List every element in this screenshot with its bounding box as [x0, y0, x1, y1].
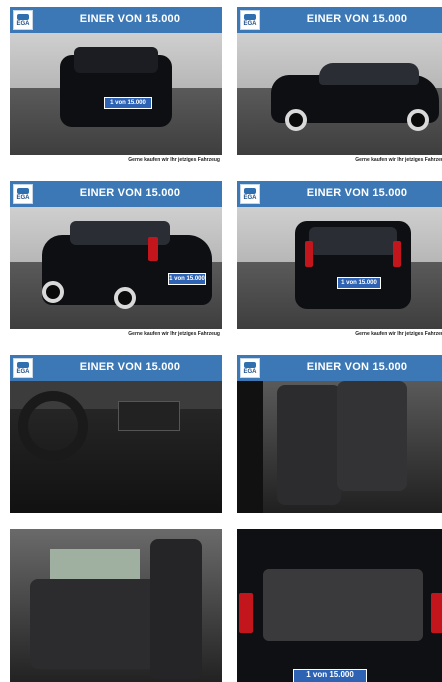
photo-tile-front-seats[interactable]: EGA EINER VON 15.000: [237, 355, 442, 513]
ega-logo-icon: EGA: [13, 358, 33, 378]
interior-photo: [10, 529, 222, 682]
promo-banner: EGA EINER VON 15.000: [10, 7, 222, 33]
banner-headline: EINER VON 15.000: [79, 13, 181, 25]
promo-banner: EGA EINER VON 15.000: [10, 355, 222, 381]
car-photo: 1 von 15.000: [237, 207, 442, 329]
footer-caption: Gerne kaufen wir Ihr jetziges Fahrzeug: [10, 329, 222, 339]
photo-tile-rear[interactable]: 1 von 15.000 EGA EINER VON 15.000 Gerne …: [237, 181, 442, 339]
footer-caption: Gerne kaufen wir Ihr jetziges Fahrzeug: [10, 155, 222, 165]
photo-tile-rear-seats[interactable]: [10, 529, 222, 682]
trunk-photo: 1 von 15.000: [237, 529, 442, 682]
photo-tile-side[interactable]: EGA EINER VON 15.000 Gerne kaufen wir Ih…: [237, 7, 442, 165]
photo-tile-trunk[interactable]: 1 von 15.000: [237, 529, 442, 682]
promo-banner: EGA EINER VON 15.000: [10, 181, 222, 207]
banner-headline: EINER VON 15.000: [306, 187, 408, 199]
interior-photo: [237, 381, 442, 513]
promo-banner: EGA EINER VON 15.000: [237, 355, 442, 381]
promo-banner: EGA EINER VON 15.000: [237, 181, 442, 207]
ega-logo-icon: EGA: [13, 10, 33, 30]
ega-logo-icon: EGA: [240, 358, 260, 378]
license-plate: 1 von 15.000: [337, 277, 381, 289]
license-plate: 1 von 15.000: [168, 273, 206, 285]
ega-logo-icon: EGA: [240, 184, 260, 204]
car-photo: [237, 33, 442, 155]
car-photo: 1 von 15.000: [10, 33, 222, 155]
banner-headline: EINER VON 15.000: [79, 361, 181, 373]
ega-logo-icon: EGA: [13, 184, 33, 204]
footer-caption: Gerne kaufen wir Ihr jetziges Fahrzeug: [237, 329, 442, 339]
footer-caption: Gerne kaufen wir Ihr jetziges Fahrzeug: [237, 155, 442, 165]
license-plate: 1 von 15.000: [104, 97, 152, 109]
photo-tile-dashboard[interactable]: EGA EINER VON 15.000: [10, 355, 222, 513]
photo-tile-front[interactable]: 1 von 15.000 EGA EINER VON 15.000 Gerne …: [10, 7, 222, 165]
interior-photo: [10, 381, 222, 513]
banner-headline: EINER VON 15.000: [306, 13, 408, 25]
license-plate: 1 von 15.000: [293, 669, 367, 682]
car-photo: 1 von 15.000: [10, 207, 222, 329]
banner-headline: EINER VON 15.000: [79, 187, 181, 199]
ega-logo-icon: EGA: [240, 10, 260, 30]
photo-tile-rear-quarter[interactable]: 1 von 15.000 EGA EINER VON 15.000 Gerne …: [10, 181, 222, 339]
banner-headline: EINER VON 15.000: [306, 361, 408, 373]
promo-banner: EGA EINER VON 15.000: [237, 7, 442, 33]
